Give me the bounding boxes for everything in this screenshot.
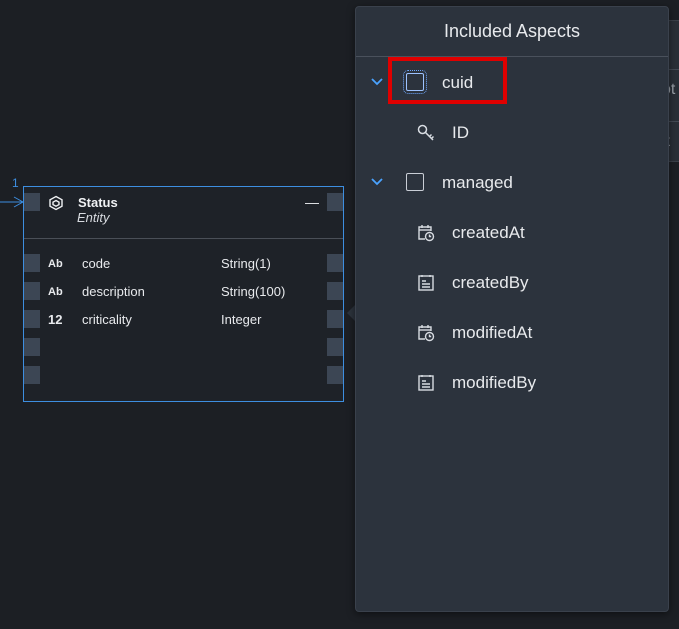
connection-port[interactable] bbox=[24, 338, 40, 356]
attribute-datatype: String(1) bbox=[221, 256, 271, 271]
aspect-element-row[interactable]: ID bbox=[356, 113, 668, 153]
integer-type-icon: 12 bbox=[48, 312, 63, 327]
association-arrow[interactable] bbox=[0, 195, 24, 209]
popover-title: Included Aspects bbox=[443, 21, 581, 41]
attribute-name[interactable]: criticality bbox=[82, 312, 132, 327]
entity-header[interactable]: Status Entity — bbox=[24, 187, 343, 239]
connection-port[interactable] bbox=[327, 282, 343, 300]
aspect-label[interactable]: managed bbox=[442, 173, 513, 193]
element-label: createdAt bbox=[452, 223, 525, 242]
aspect-element-row[interactable]: modifiedBy bbox=[356, 363, 668, 403]
element-label: ID bbox=[452, 123, 469, 142]
connection-port[interactable] bbox=[24, 310, 40, 328]
included-aspects-popover: Included Aspects cuid ID managed created… bbox=[355, 6, 669, 612]
connection-port[interactable] bbox=[24, 193, 40, 211]
element-label: createdBy bbox=[452, 273, 529, 292]
collapse-button[interactable]: — bbox=[305, 194, 319, 210]
attribute-datatype: Integer bbox=[221, 312, 262, 327]
attribute-datatype: String(100) bbox=[221, 284, 286, 299]
connection-port[interactable] bbox=[327, 366, 343, 384]
connection-port[interactable] bbox=[24, 282, 40, 300]
aspect-element-row[interactable]: modifiedAt bbox=[356, 313, 668, 353]
calendar-clock-icon bbox=[418, 325, 435, 342]
aspect-element-row[interactable]: createdAt bbox=[356, 213, 668, 253]
calendar-clock-icon bbox=[418, 225, 435, 242]
element-label: modifiedBy bbox=[452, 373, 537, 392]
entity-cube-icon bbox=[49, 195, 63, 211]
element-label: modifiedAt bbox=[452, 323, 533, 342]
association-multiplicity: 1 bbox=[12, 176, 19, 190]
connection-port[interactable] bbox=[327, 310, 343, 328]
string-type-icon: Ab bbox=[48, 286, 63, 298]
attribute-name[interactable]: code bbox=[82, 256, 110, 271]
entity-kind: Entity bbox=[77, 210, 110, 225]
chevron-down-icon[interactable] bbox=[370, 175, 384, 189]
document-lines-icon bbox=[418, 275, 434, 291]
chevron-down-icon[interactable] bbox=[370, 75, 384, 89]
highlight-box bbox=[388, 57, 507, 104]
string-type-icon: Ab bbox=[48, 258, 63, 270]
connection-port[interactable] bbox=[327, 193, 343, 211]
document-lines-icon bbox=[418, 375, 434, 391]
connection-port[interactable] bbox=[24, 254, 40, 272]
connection-port[interactable] bbox=[327, 254, 343, 272]
entity-name: Status bbox=[78, 195, 118, 210]
connection-port[interactable] bbox=[327, 338, 343, 356]
attribute-name[interactable]: description bbox=[82, 284, 145, 299]
connection-port[interactable] bbox=[24, 366, 40, 384]
entity-node-status[interactable]: Status Entity — Ab code String(1) Ab des… bbox=[23, 186, 344, 402]
aspect-checkbox-managed[interactable] bbox=[406, 173, 424, 191]
key-icon bbox=[417, 124, 435, 141]
aspect-element-row[interactable]: createdBy bbox=[356, 263, 668, 303]
aspect-row-managed[interactable]: managed bbox=[356, 163, 668, 203]
